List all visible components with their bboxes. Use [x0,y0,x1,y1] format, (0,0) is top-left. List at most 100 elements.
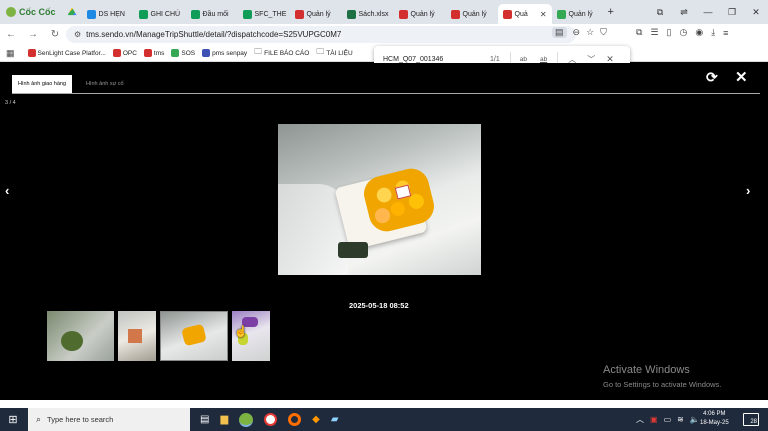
tab-list-icon[interactable]: ⇌ [672,7,696,18]
dark-item [338,242,368,258]
whole-word-toggle[interactable]: ab [540,56,547,63]
bookmark-item[interactable]: SenLight Case Platfor... [27,49,106,57]
menu-icon[interactable]: ≡ [723,28,728,38]
browser-tab[interactable]: DS HẸN [82,4,134,24]
screenshot-icon[interactable]: ⧉ [648,7,672,18]
tray-expand-icon[interactable]: ︿ [636,414,644,425]
bookmark-label: SenLight Case Platfor... [37,49,106,57]
extensions-icon[interactable]: ⧉ [636,27,642,38]
url-bar[interactable]: ⚙ tms.sendo.vn/ManageTripShuttle/detail/… [66,26,576,43]
reader-icon[interactable]: ▤ [552,27,567,38]
browser-tab[interactable]: GHI CHÚ [134,4,186,24]
minimize-button[interactable]: — [696,7,720,17]
bookmark-item[interactable]: pms senpay [202,49,247,57]
bookmark-item[interactable]: 🗀 TÀI LIỆU [316,46,352,60]
taskbar-time[interactable]: 4:06 PM [703,410,725,419]
zoom-icon[interactable]: ⊖ [573,27,581,38]
browser-tab-label: Quản lý [410,10,435,18]
browser-tab-label: Quản lý [568,10,593,18]
site-info-icon[interactable]: ⚙ [74,30,81,39]
file-explorer-icon[interactable]: ▆ [220,414,228,425]
tray-app-icon[interactable]: ▣ [650,415,658,424]
tab-incident-images[interactable]: Hình ảnh sự cố [80,75,130,93]
tab-incident-images-label: Hình ảnh sự cố [86,81,124,87]
opera-icon[interactable] [288,413,302,426]
main-delivery-photo [278,124,481,275]
tab-underline [12,93,760,94]
thumbnail-3[interactable] [160,311,228,361]
chat-app-icon[interactable] [264,413,278,426]
browser-tab[interactable]: Quản lý [290,4,342,24]
bookmark-item[interactable]: SOS [171,49,195,57]
image-timestamp: 2025-05-18 08:52 [349,301,409,310]
apps-grid-icon[interactable]: ▦ [6,48,15,59]
sidebar-icon[interactable]: ▯ [667,27,672,38]
bookmark-label: tms [153,49,165,57]
bookmark-label: FILE BÁO CÁO [264,49,310,57]
bookmark-item[interactable]: OPC [112,49,137,57]
tab-favicon-icon [242,9,252,19]
taskbar-search-box[interactable]: ⌕ Type here to search [28,408,190,431]
restore-button[interactable]: ❐ [720,7,744,18]
tab-favicon-icon [190,9,200,19]
fire-app-icon[interactable]: ◆ [312,414,320,425]
tray-monitor-icon[interactable]: ▭ [664,415,672,424]
browser-logo[interactable]: Cốc Cốc [0,7,64,17]
windows-start-icon[interactable]: ⊞ [0,413,26,426]
browser-tab[interactable]: Quả ✕ [497,4,552,24]
hand-cursor-icon: ☝ [234,326,248,338]
close-tab-icon[interactable]: ✕ [540,10,547,19]
browser-tab[interactable]: Quản lý [394,4,446,24]
tab-delivery-images-label: Hình ảnh giao hàng [18,81,67,87]
drive-icon[interactable] [67,7,77,16]
notification-center-button[interactable]: 28 [743,413,759,426]
forward-button[interactable]: → [22,29,44,40]
url-text: tms.sendo.vn/ManageTripShuttle/detail/?d… [86,30,342,39]
taskbar-date[interactable]: 18-May-25 [700,419,729,428]
download-icon[interactable]: ⤓ [711,27,715,38]
bookmark-star-icon[interactable]: ☆ [586,27,594,38]
browser-tab[interactable]: Quản lý [552,4,604,24]
activate-windows-subtitle: Go to Settings to activate Windows. [603,380,722,389]
wifi-icon[interactable]: ≋ [677,415,684,424]
tab-favicon-icon [346,9,356,19]
browser-tab[interactable]: Quản lý [446,4,498,24]
bookmark-item[interactable]: 🗀 FILE BÁO CÁO [254,46,309,60]
folder-icon: 🗀 [254,47,263,56]
notes-app-icon[interactable]: ▰ [331,414,339,425]
history-icon[interactable]: ◷ [679,27,687,38]
rotate-button[interactable]: ⟳ [706,69,718,86]
match-case-toggle[interactable]: ab [520,56,527,63]
find-input[interactable]: HCM_Q07_001346 [383,56,483,63]
bookmark-label: SOS [181,49,196,57]
profile-icon[interactable]: ◉ [695,27,703,38]
tab-favicon-icon [450,9,460,19]
browser-tab-label: DS HẸN [98,10,125,18]
close-window-button[interactable]: ✕ [744,7,768,18]
new-tab-button[interactable]: + [608,6,614,18]
browser-tab-label: Sách.xlsx [358,10,389,18]
thumbnail-2[interactable] [118,311,156,361]
thumbnail-1-fruit [61,331,83,351]
browser-tab[interactable]: Đầu mối [186,4,238,24]
playlist-icon[interactable]: ☰ [650,27,658,38]
bookmark-item[interactable]: tms [143,49,165,57]
browser-tab[interactable]: Sách.xlsx [342,4,394,24]
tab-delivery-images[interactable]: Hình ảnh giao hàng [12,75,73,93]
tab-favicon-icon [294,9,304,19]
find-count: 1/1 [490,56,500,63]
prev-image-button[interactable]: ‹ [5,183,9,198]
task-view-icon[interactable]: ▤ [200,414,209,425]
volume-icon[interactable]: 🔈 [690,415,700,424]
shield-icon[interactable]: ⛉ [600,27,607,38]
coccoc-icon [6,7,16,17]
back-button[interactable]: ← [0,29,22,40]
thumbnail-1[interactable] [47,311,114,361]
coccoc-taskbar-icon[interactable] [239,412,254,427]
reload-button[interactable]: ↻ [44,29,66,40]
next-image-button[interactable]: › [746,183,750,198]
page-bottom-strip [0,400,768,408]
activate-windows-title: Activate Windows [603,364,690,376]
browser-tab[interactable]: SFC_THE [238,4,290,24]
close-viewer-button[interactable]: ✕ [735,68,748,86]
